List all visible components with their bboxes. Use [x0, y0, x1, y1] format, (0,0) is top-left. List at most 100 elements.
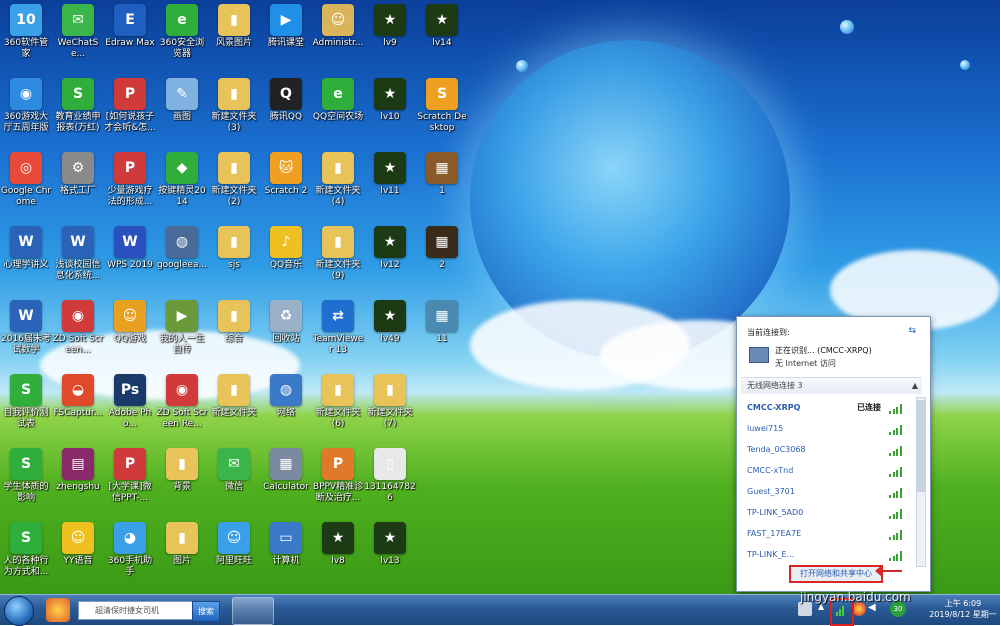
desktop-icon[interactable]: S 自我评价测试表 — [0, 374, 52, 430]
scrollbar-thumb[interactable] — [917, 400, 925, 492]
desktop-icon[interactable]: Ps Adobe Pho... — [104, 374, 156, 430]
desktop-icon[interactable]: ▦ 1 — [416, 152, 468, 197]
desktop-icon[interactable]: ◉ 360游戏大厅五周年版 — [0, 78, 52, 134]
desktop-icon[interactable]: ◕ 360手机助手 — [104, 522, 156, 578]
desktop-icon[interactable]: ★ lv8 — [312, 522, 364, 567]
app-icon: ☺ — [218, 522, 250, 554]
desktop-icon[interactable]: ♻ 回收站 — [260, 300, 312, 345]
desktop-icon[interactable]: ☺ YY语音 — [52, 522, 104, 567]
desktop-icon[interactable]: ✎ 画图 — [156, 78, 208, 123]
desktop-icon[interactable]: 🐱 Scratch 2 — [260, 152, 312, 197]
wifi-network-item[interactable]: Guest_3701 — [747, 483, 907, 501]
desktop-icon[interactable]: ▮ 综合 — [208, 300, 260, 345]
desktop-icon[interactable]: ◉ ZD Soft Screen Re... — [156, 374, 208, 430]
desktop-icon[interactable]: S 人的各种行为方式和... — [0, 522, 52, 578]
desktop-icon[interactable]: ★ lv49 — [364, 300, 416, 345]
desktop-icon[interactable]: ▤ zhengshu — [52, 448, 104, 493]
desktop-icon[interactable]: ★ lv9 — [364, 4, 416, 49]
desktop-icon[interactable]: ★ lv12 — [364, 226, 416, 271]
desktop-icon[interactable]: e 360安全浏览器 — [156, 4, 208, 60]
desktop-icon[interactable]: E Edraw Max — [104, 4, 156, 49]
desktop-icon[interactable]: ✉ 微信 — [208, 448, 260, 493]
taskbar-search-input[interactable]: 超清保时捷女司机 — [78, 601, 208, 620]
desktop-icon[interactable]: ⇄ TeamViewer 13 — [312, 300, 364, 356]
wifi-network-item[interactable]: TP-LINK_5AD0 — [747, 504, 907, 522]
taskbar-paint-app[interactable] — [232, 597, 274, 625]
start-button[interactable] — [4, 596, 34, 626]
desktop-icon[interactable]: ▮ 新建文件夹(6) — [312, 374, 364, 430]
desktop-icon[interactable]: ▮ 图片 — [156, 522, 208, 567]
desktop-icon[interactable]: W WPS 2019 — [104, 226, 156, 271]
app-icon: ◍ — [166, 226, 198, 258]
wifi-network-item[interactable]: Tenda_0C3068 — [747, 441, 907, 459]
desktop-icon[interactable]: ▦ 11 — [416, 300, 468, 345]
tray-app-icon[interactable] — [852, 602, 866, 616]
desktop-icon[interactable]: ★ lv10 — [364, 78, 416, 123]
desktop-icon[interactable]: ◆ 按键精灵2014 — [156, 152, 208, 208]
desktop-icon[interactable]: ▮ 风景图片 — [208, 4, 260, 49]
desktop-icon[interactable]: ▭ 计算机 — [260, 522, 312, 567]
wifi-scrollbar[interactable] — [916, 397, 926, 567]
wifi-network-item[interactable]: FAST_17EA7E — [747, 525, 907, 543]
wifi-network-item[interactable]: luwei715 — [747, 420, 907, 438]
desktop-icon[interactable]: ⚙ 格式工厂 — [52, 152, 104, 197]
system-clock[interactable]: 上午 6:09 2019/8/12 星期一 — [928, 598, 998, 620]
desktop-icon[interactable]: ◎ Google Chrome — [0, 152, 52, 208]
app-icon: ◉ — [10, 78, 42, 110]
wallpaper-orb — [960, 60, 970, 70]
desktop-icon[interactable]: ▮ 新建文件夹(9) — [312, 226, 364, 282]
desktop-icon[interactable]: ▮ sjs — [208, 226, 260, 271]
desktop-icon[interactable]: Q 腾讯QQ — [260, 78, 312, 123]
desktop-icon[interactable]: S 教育业绩申报表(万红) — [52, 78, 104, 134]
desktop-icon[interactable]: ☺ Administr... — [312, 4, 364, 49]
keyboard-icon[interactable] — [798, 602, 812, 616]
desktop-icon[interactable]: ▮ 背景 — [156, 448, 208, 493]
desktop-icon[interactable]: ☺ 阿里旺旺 — [208, 522, 260, 567]
desktop-icon[interactable]: ◍ 网络 — [260, 374, 312, 419]
desktop-icon[interactable]: ▮ 新建文件夹(4) — [312, 152, 364, 208]
desktop-icon[interactable]: W 2016届末考试数学 — [0, 300, 52, 356]
desktop-icon[interactable]: ◍ googleea... — [156, 226, 208, 271]
wifi-network-item[interactable]: TP-LINK_E... — [747, 546, 907, 564]
desktop-icon[interactable]: ☺ QQ游戏 — [104, 300, 156, 345]
desktop-icon[interactable]: ▦ Calculator — [260, 448, 312, 493]
desktop-icon[interactable]: ♪ QQ音乐 — [260, 226, 312, 271]
wifi-network-item[interactable]: CMCC-XRPQ 已连接 — [747, 399, 907, 417]
current-network-name: 正在识别... (CMCC-XRPQ) — [775, 346, 872, 355]
desktop-icon[interactable]: S Scratch Desktop — [416, 78, 468, 134]
desktop-icon[interactable]: ★ lv11 — [364, 152, 416, 197]
desktop-icon-label: QQ游戏 — [113, 334, 147, 344]
refresh-icon[interactable]: ⇆ — [908, 326, 916, 336]
desktop-icon[interactable]: ▦ 2 — [416, 226, 468, 271]
quicklaunch-app-icon[interactable] — [46, 598, 70, 622]
desktop-icon[interactable]: ▮ 新建文件夹(7) — [364, 374, 416, 430]
wireless-section-header[interactable]: 无线网络连接 3 ▲ — [741, 377, 922, 394]
desktop-icon[interactable]: ▮ 新建文件夹 — [208, 374, 260, 419]
desktop-icon[interactable]: P 少量游戏疗法的形成... — [104, 152, 156, 208]
desktop-icon[interactable]: ✉ WeChatSe... — [52, 4, 104, 60]
desktop-icon[interactable]: ★ lv14 — [416, 4, 468, 49]
desktop-icon[interactable]: ▮ 新建文件夹(2) — [208, 152, 260, 208]
desktop-icon[interactable]: e QQ空间农场 — [312, 78, 364, 123]
open-network-center-button[interactable]: 打开网络和共享中心 — [789, 565, 883, 583]
taskbar-search-button[interactable]: 搜索 — [192, 601, 220, 622]
desktop-icon[interactable]: S 学生体质的影响 — [0, 448, 52, 504]
desktop-icon[interactable]: 10 360软件管家 — [0, 4, 52, 60]
desktop-icon[interactable]: P [如何说孩子才会听&怎... — [104, 78, 156, 134]
desktop-icon[interactable]: ▮ 新建文件夹(3) — [208, 78, 260, 134]
desktop-icon[interactable]: ▯ 1311647826 — [364, 448, 416, 504]
desktop-icon-label: lv12 — [380, 260, 400, 270]
desktop-icon[interactable]: W 浅谈校园信息化系统... — [52, 226, 104, 282]
desktop-icon[interactable]: ▶ 腾讯课堂 — [260, 4, 312, 49]
signal-strength-icon — [889, 425, 903, 435]
signal-strength-icon — [889, 404, 903, 414]
volume-icon[interactable]: ◀ — [868, 602, 882, 616]
desktop-icon[interactable]: ◒ FSCaptur... — [52, 374, 104, 419]
desktop-icon[interactable]: ◉ ZD Soft Screen... — [52, 300, 104, 356]
desktop-icon[interactable]: ★ lv13 — [364, 522, 416, 567]
wifi-network-item[interactable]: CMCC-xTnd — [747, 462, 907, 480]
desktop-icon[interactable]: ▶ 我的人一生自传 — [156, 300, 208, 356]
desktop-icon[interactable]: P [大学课]微信PPT-... — [104, 448, 156, 504]
desktop-icon[interactable]: W 心理学讲义 — [0, 226, 52, 271]
desktop-icon[interactable]: P BPPV精准诊断及治疗... — [312, 448, 364, 504]
